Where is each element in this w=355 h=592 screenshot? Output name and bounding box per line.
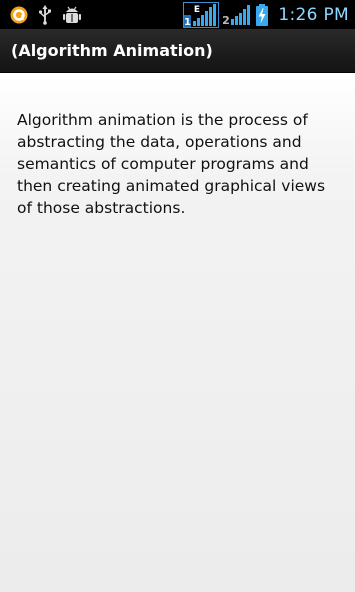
notification-app-icon — [10, 6, 28, 24]
page-title: (Algorithm Animation) — [11, 41, 213, 60]
sim2-signal-icon: 2 — [222, 4, 252, 26]
usb-icon — [38, 4, 52, 25]
sim2-label: 2 — [223, 14, 231, 26]
status-clock: 1:26 PM — [278, 4, 349, 25]
action-bar: (Algorithm Animation) — [0, 29, 355, 73]
android-debug-icon — [62, 5, 82, 25]
network-type-label: E — [194, 5, 200, 15]
notification-icons — [0, 0, 82, 29]
content-area: Algorithm animation is the process of ab… — [0, 73, 355, 592]
system-icons: 1 E 2 1:26 PM — [183, 0, 349, 29]
sim1-label: 1 — [184, 17, 191, 28]
description-text: Algorithm animation is the process of ab… — [17, 111, 326, 217]
sim1-signal-icon: 1 E — [183, 1, 220, 28]
status-bar: 1 E 2 1:26 PM — [0, 0, 355, 29]
battery-charging-icon — [255, 3, 269, 26]
